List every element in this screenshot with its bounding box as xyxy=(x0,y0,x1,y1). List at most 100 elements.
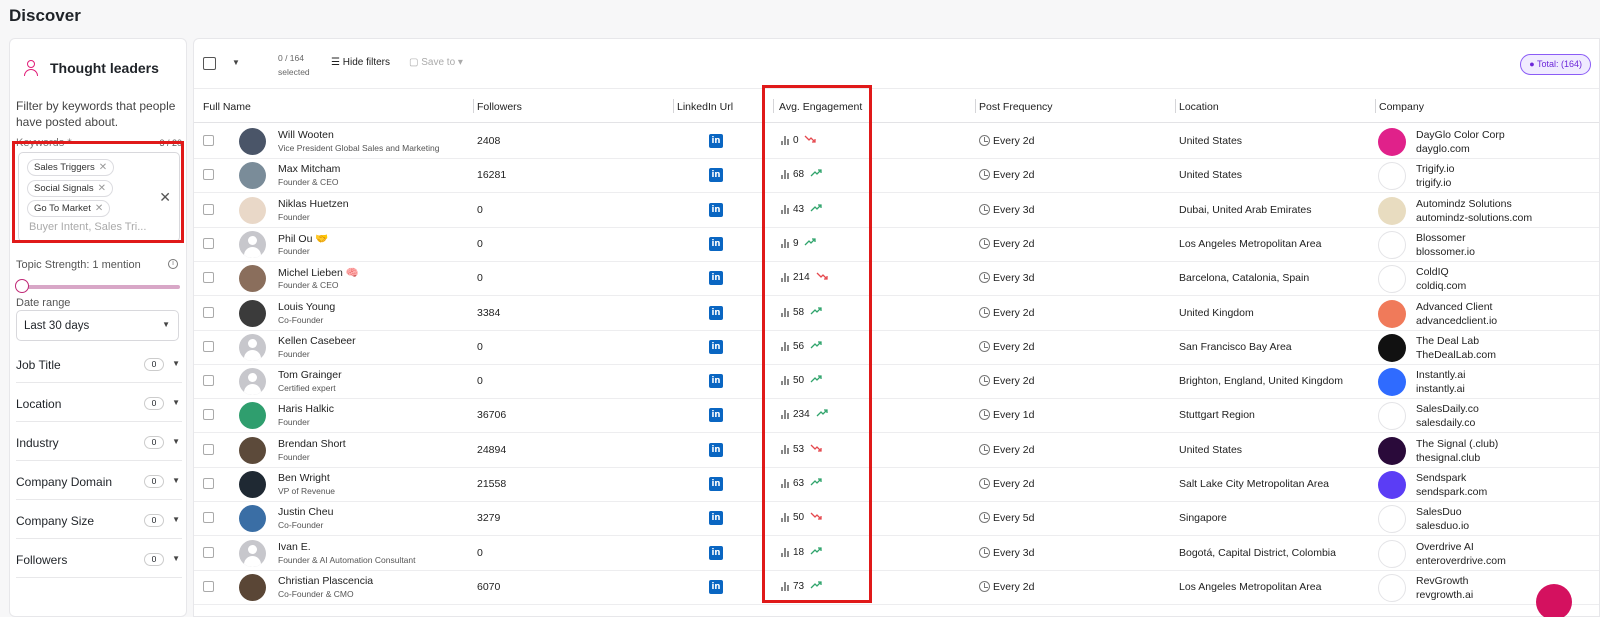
remove-chip-icon[interactable]: ✕ xyxy=(95,203,103,214)
row-checkbox[interactable] xyxy=(203,237,214,249)
table-row[interactable]: Ivan E. Founder & AI Automation Consulta… xyxy=(194,536,1599,571)
company-domain[interactable]: blossomer.io xyxy=(1416,246,1475,258)
company-name[interactable]: SalesDuo xyxy=(1416,506,1462,518)
person-name[interactable]: Brendan Short xyxy=(278,438,346,450)
company-name[interactable]: RevGrowth xyxy=(1416,575,1469,587)
person-name[interactable]: Tom Grainger xyxy=(278,369,342,381)
column-header[interactable]: Post Frequency xyxy=(979,101,1053,113)
hide-filters-button[interactable]: ☰ Hide filters xyxy=(331,57,390,68)
table-row[interactable]: Kellen Casebeer Founder 0 in 56 Every 2d… xyxy=(194,330,1599,365)
person-name[interactable]: Ivan E. xyxy=(278,541,311,553)
slider-handle[interactable] xyxy=(15,279,29,293)
keyword-chip[interactable]: Sales Triggers ✕ xyxy=(27,159,115,176)
company-name[interactable]: SalesDaily.co xyxy=(1416,403,1479,415)
company-name[interactable]: DayGlo Color Corp xyxy=(1416,129,1505,141)
row-checkbox[interactable] xyxy=(203,340,214,352)
remove-chip-icon[interactable]: ✕ xyxy=(99,162,107,173)
linkedin-icon[interactable]: in xyxy=(709,271,723,286)
company-domain[interactable]: automindz-solutions.com xyxy=(1416,212,1532,224)
company-name[interactable]: Instantly.ai xyxy=(1416,369,1465,381)
person-name[interactable]: Niklas Huetzen xyxy=(278,198,349,210)
company-domain[interactable]: sendspark.com xyxy=(1416,486,1487,498)
column-header[interactable]: LinkedIn Url xyxy=(677,101,733,113)
company-domain[interactable]: salesduo.io xyxy=(1416,520,1469,532)
table-row[interactable]: Brendan Short Founder 24894 in 53 Every … xyxy=(194,433,1599,468)
topic-strength-slider[interactable] xyxy=(18,285,180,289)
row-checkbox[interactable] xyxy=(203,169,214,181)
column-header[interactable]: Full Name xyxy=(203,101,251,113)
company-domain[interactable]: enteroverdrive.com xyxy=(1416,555,1506,567)
row-checkbox[interactable] xyxy=(203,478,214,489)
linkedin-icon[interactable]: in xyxy=(709,202,723,217)
person-name[interactable]: Haris Halkic xyxy=(278,403,334,415)
column-header[interactable]: Location xyxy=(1179,101,1219,113)
person-name[interactable]: Max Mitcham xyxy=(278,163,340,175)
keywords-input[interactable]: Sales Triggers ✕ Social Signals ✕ Go To Ma… xyxy=(18,152,180,242)
table-row[interactable]: Haris Halkic Founder 36706 in 234 Every … xyxy=(194,398,1599,434)
save-to-button[interactable]: ▢ Save to ▾ xyxy=(409,57,463,68)
company-name[interactable]: Sendspark xyxy=(1416,472,1466,484)
remove-chip-icon[interactable]: ✕ xyxy=(98,183,106,194)
row-checkbox[interactable] xyxy=(203,443,214,455)
clear-keywords-icon[interactable]: ✕ xyxy=(159,189,171,206)
table-row[interactable]: Louis Young Co-Founder 3384 in 58 Every … xyxy=(194,296,1599,331)
company-name[interactable]: Trigify.io xyxy=(1416,163,1455,175)
linkedin-icon[interactable]: in xyxy=(709,511,723,526)
row-checkbox[interactable] xyxy=(203,203,214,215)
company-name[interactable]: Automindz Solutions xyxy=(1416,198,1512,210)
row-checkbox[interactable] xyxy=(203,306,214,318)
linkedin-icon[interactable]: in xyxy=(709,408,723,423)
linkedin-icon[interactable]: in xyxy=(709,579,723,594)
person-name[interactable]: Christian Plascencia xyxy=(278,575,373,587)
column-header[interactable]: Avg. Engagement xyxy=(779,101,862,113)
linkedin-icon[interactable]: in xyxy=(709,339,723,354)
person-name[interactable]: Justin Cheu xyxy=(278,506,333,518)
linkedin-icon[interactable]: in xyxy=(709,374,723,389)
company-domain[interactable]: dayglo.com xyxy=(1416,143,1470,155)
company-domain[interactable]: salesdaily.co xyxy=(1416,417,1475,429)
company-domain[interactable]: instantly.ai xyxy=(1416,383,1465,395)
company-name[interactable]: Overdrive AI xyxy=(1416,541,1474,553)
info-icon[interactable]: i xyxy=(168,259,178,269)
linkedin-icon[interactable]: in xyxy=(709,168,723,183)
row-checkbox[interactable] xyxy=(203,409,214,421)
person-name[interactable]: Phil Ou 🤝 xyxy=(278,232,328,245)
company-name[interactable]: Advanced Client xyxy=(1416,301,1492,313)
keyword-chip[interactable]: Social Signals ✕ xyxy=(27,180,114,197)
select-all-checkbox[interactable] xyxy=(203,57,216,70)
row-checkbox[interactable] xyxy=(203,135,214,146)
company-name[interactable]: Blossomer xyxy=(1416,232,1466,244)
chat-launcher-button[interactable] xyxy=(1536,584,1572,617)
filter-location[interactable]: Location 0 ▼ xyxy=(16,383,182,422)
linkedin-icon[interactable]: in xyxy=(709,236,723,251)
person-name[interactable]: Michel Lieben 🧠 xyxy=(278,266,359,279)
person-name[interactable]: Kellen Casebeer xyxy=(278,335,356,347)
company-domain[interactable]: trigify.io xyxy=(1416,177,1451,189)
linkedin-icon[interactable]: in xyxy=(709,545,723,560)
table-row[interactable]: Christian Plascencia Co-Founder & CMO 60… xyxy=(194,570,1599,605)
filter-industry[interactable]: Industry 0 ▼ xyxy=(16,422,182,461)
date-range-select[interactable]: Last 30 days ▼ xyxy=(16,310,179,341)
table-row[interactable]: Max Mitcham Founder & CEO 16281 in 68 Ev… xyxy=(194,158,1599,194)
keyword-chip[interactable]: Go To Market ✕ xyxy=(27,200,111,217)
company-domain[interactable]: coldiq.com xyxy=(1416,280,1466,292)
company-name[interactable]: ColdIQ xyxy=(1416,266,1449,278)
company-name[interactable]: The Deal Lab xyxy=(1416,335,1479,347)
linkedin-icon[interactable]: in xyxy=(709,305,723,320)
person-name[interactable]: Ben Wright xyxy=(278,472,330,484)
row-checkbox[interactable] xyxy=(203,375,214,387)
table-row[interactable]: Michel Lieben 🧠 Founder & CEO 0 in 214 E… xyxy=(194,261,1599,297)
table-row[interactable]: Justin Cheu Co-Founder 3279 in 50 Every … xyxy=(194,501,1599,537)
person-name[interactable]: Louis Young xyxy=(278,301,335,313)
column-header[interactable]: Followers xyxy=(477,101,522,113)
company-domain[interactable]: TheDealLab.com xyxy=(1416,349,1496,361)
linkedin-icon[interactable]: in xyxy=(709,134,723,148)
linkedin-icon[interactable]: in xyxy=(709,477,723,491)
table-row[interactable]: Will Wooten Vice President Global Sales … xyxy=(194,124,1599,159)
company-name[interactable]: The Signal (.club) xyxy=(1416,438,1498,450)
company-domain[interactable]: revgrowth.ai xyxy=(1416,589,1473,601)
filter-company-size[interactable]: Company Size 0 ▼ xyxy=(16,500,182,539)
filter-job-title[interactable]: Job Title 0 ▼ xyxy=(16,344,182,383)
table-row[interactable]: Ben Wright VP of Revenue 21558 in 63 Eve… xyxy=(194,467,1599,502)
row-checkbox[interactable] xyxy=(203,580,214,592)
